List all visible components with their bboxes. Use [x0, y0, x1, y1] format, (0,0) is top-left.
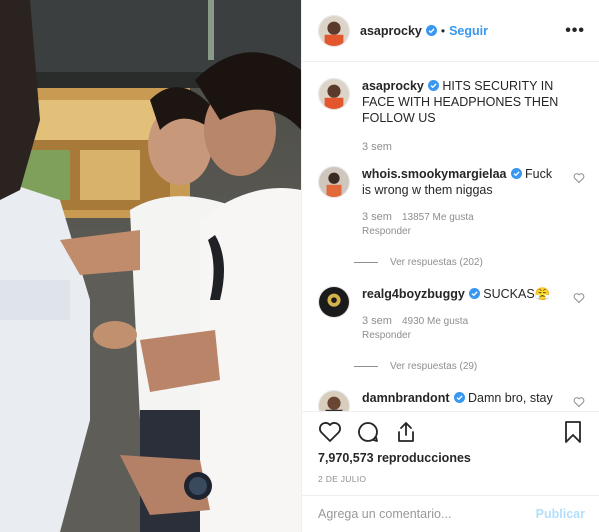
- like-comment-heart-icon[interactable]: [573, 292, 585, 304]
- verified-badge-icon: [425, 25, 437, 36]
- caption-meta: 3 sem: [362, 140, 563, 154]
- caption-body: asaprocky HITS SECURITY IN FACE WITH HEA…: [362, 78, 585, 154]
- view-replies-button[interactable]: Ver respuestas (29): [354, 361, 585, 372]
- comment-avatar-image: [319, 167, 349, 197]
- like-comment-heart-icon[interactable]: [573, 396, 585, 408]
- caption: asaprocky HITS SECURITY IN FACE WITH HEA…: [318, 78, 585, 154]
- comment-username[interactable]: realg4boyzbuggy: [362, 287, 465, 301]
- view-count[interactable]: 7,970,573 reproducciones: [302, 451, 599, 469]
- post-date: 2 DE JULIO: [318, 474, 367, 484]
- author-avatar-image: [319, 15, 349, 46]
- comment-item: realg4boyzbuggy SUCKAS😤 3 sem 4930 Me gus…: [318, 286, 585, 343]
- comment-item: damnbrandont Damn bro, stay: [318, 390, 585, 411]
- post-actions-bar: [302, 411, 599, 451]
- verified-badge-icon: [453, 392, 465, 403]
- view-replies-button[interactable]: Ver respuestas (202): [354, 257, 585, 268]
- post-details-panel: asaprocky • Seguir ••• asaprocky HITS SE…: [301, 0, 599, 532]
- comment-item: whois.smookymargielaa Fuck is wrong w th…: [318, 166, 585, 239]
- like-comment-heart-icon[interactable]: [573, 172, 585, 184]
- separator-dot: •: [440, 23, 446, 38]
- post-header: asaprocky • Seguir •••: [302, 0, 599, 62]
- replies-divider: [354, 262, 378, 263]
- comment-avatar-image: [319, 391, 349, 411]
- view-replies-label: Ver respuestas (29): [390, 361, 478, 372]
- comment-avatar[interactable]: [318, 390, 350, 411]
- comment-meta: 3 sem 13857 Me gusta Responder: [362, 210, 563, 239]
- comments-list[interactable]: asaprocky HITS SECURITY IN FACE WITH HEA…: [302, 62, 599, 411]
- comment-avatar-image: [319, 287, 349, 317]
- comment-bubble-icon[interactable]: [356, 420, 380, 444]
- comment-body: whois.smookymargielaa Fuck is wrong w th…: [362, 166, 585, 239]
- author-username[interactable]: asaprocky: [360, 24, 422, 38]
- save-bookmark-icon[interactable]: [561, 420, 585, 444]
- video-player[interactable]: [0, 0, 301, 532]
- more-options-icon[interactable]: •••: [565, 22, 585, 40]
- publish-button[interactable]: Publicar: [536, 507, 585, 521]
- caption-avatar[interactable]: [318, 78, 350, 110]
- follow-button[interactable]: Seguir: [449, 24, 488, 38]
- instagram-post-modal: asaprocky • Seguir ••• asaprocky HITS SE…: [0, 0, 599, 532]
- comment-username[interactable]: damnbrandont: [362, 391, 450, 405]
- add-comment-bar: Publicar: [302, 495, 599, 532]
- video-frame-image: [0, 0, 301, 532]
- caption-avatar-image: [319, 79, 349, 109]
- comment-likes[interactable]: 13857 Me gusta: [402, 212, 474, 223]
- comment-text: Damn bro, stay: [467, 391, 553, 405]
- comment-likes[interactable]: 4930 Me gusta: [402, 316, 468, 327]
- comment-input[interactable]: [318, 507, 536, 521]
- comment-meta: 3 sem 4930 Me gusta Responder: [362, 314, 563, 343]
- verified-badge-icon: [510, 168, 522, 179]
- verified-badge-icon: [468, 288, 480, 299]
- comment-text: SUCKAS😤: [483, 287, 551, 301]
- view-replies-label: Ver respuestas (202): [390, 257, 483, 268]
- author-avatar[interactable]: [318, 14, 350, 47]
- comment-time[interactable]: 3 sem: [362, 315, 392, 327]
- caption-username[interactable]: asaprocky: [362, 79, 424, 93]
- caption-time[interactable]: 3 sem: [362, 141, 392, 153]
- share-icon[interactable]: [394, 420, 418, 444]
- like-heart-icon[interactable]: [318, 420, 342, 444]
- reply-button[interactable]: Responder: [362, 225, 563, 239]
- comment-body: realg4boyzbuggy SUCKAS😤 3 sem 4930 Me gus…: [362, 286, 585, 343]
- comment-time[interactable]: 3 sem: [362, 211, 392, 223]
- verified-badge-icon: [427, 80, 439, 91]
- replies-divider: [354, 366, 378, 367]
- comment-body: damnbrandont Damn bro, stay: [362, 390, 585, 411]
- comment-avatar[interactable]: [318, 286, 350, 318]
- comment-username[interactable]: whois.smookymargielaa: [362, 167, 507, 181]
- comment-avatar[interactable]: [318, 166, 350, 198]
- reply-button[interactable]: Responder: [362, 329, 563, 343]
